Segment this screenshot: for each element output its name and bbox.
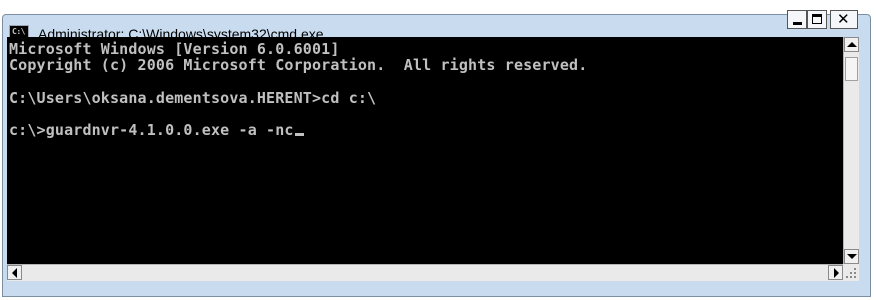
close-button[interactable]: ✕ <box>830 10 858 29</box>
scroll-left-button[interactable] <box>7 265 22 280</box>
arrow-right-icon <box>834 268 839 278</box>
scroll-up-button[interactable] <box>844 37 859 52</box>
cmd-icon-text: C:\ <box>12 27 25 36</box>
vertical-scroll-thumb[interactable] <box>845 57 858 81</box>
close-icon: ✕ <box>837 10 850 28</box>
console-output[interactable]: Microsoft Windows [Version 6.0.6001] Cop… <box>7 37 843 264</box>
console-input-line[interactable]: c:\>guardnvr-4.1.0.0.exe -a -nc <box>9 121 304 139</box>
text-cursor <box>294 133 304 136</box>
horizontal-scrollbar[interactable] <box>7 264 843 281</box>
maximize-button[interactable] <box>807 10 827 29</box>
resize-grip-icon[interactable] <box>843 264 859 281</box>
maximize-icon <box>812 14 822 24</box>
command-text: c:\>guardnvr-4.1.0.0.exe -a -nc <box>9 121 294 139</box>
scroll-down-button[interactable] <box>844 249 859 264</box>
console-line: Copyright (c) 2006 Microsoft Corporation… <box>9 56 588 74</box>
scroll-right-button[interactable] <box>828 265 843 280</box>
console-line: C:\Users\oksana.dementsova.HERENT>cd c:\ <box>9 89 377 107</box>
arrow-up-icon <box>847 42 857 47</box>
arrow-down-icon <box>847 254 857 259</box>
arrow-left-icon <box>12 268 17 278</box>
minimize-button[interactable] <box>787 10 807 29</box>
vertical-scrollbar[interactable] <box>843 37 859 264</box>
minimize-icon <box>793 22 802 25</box>
